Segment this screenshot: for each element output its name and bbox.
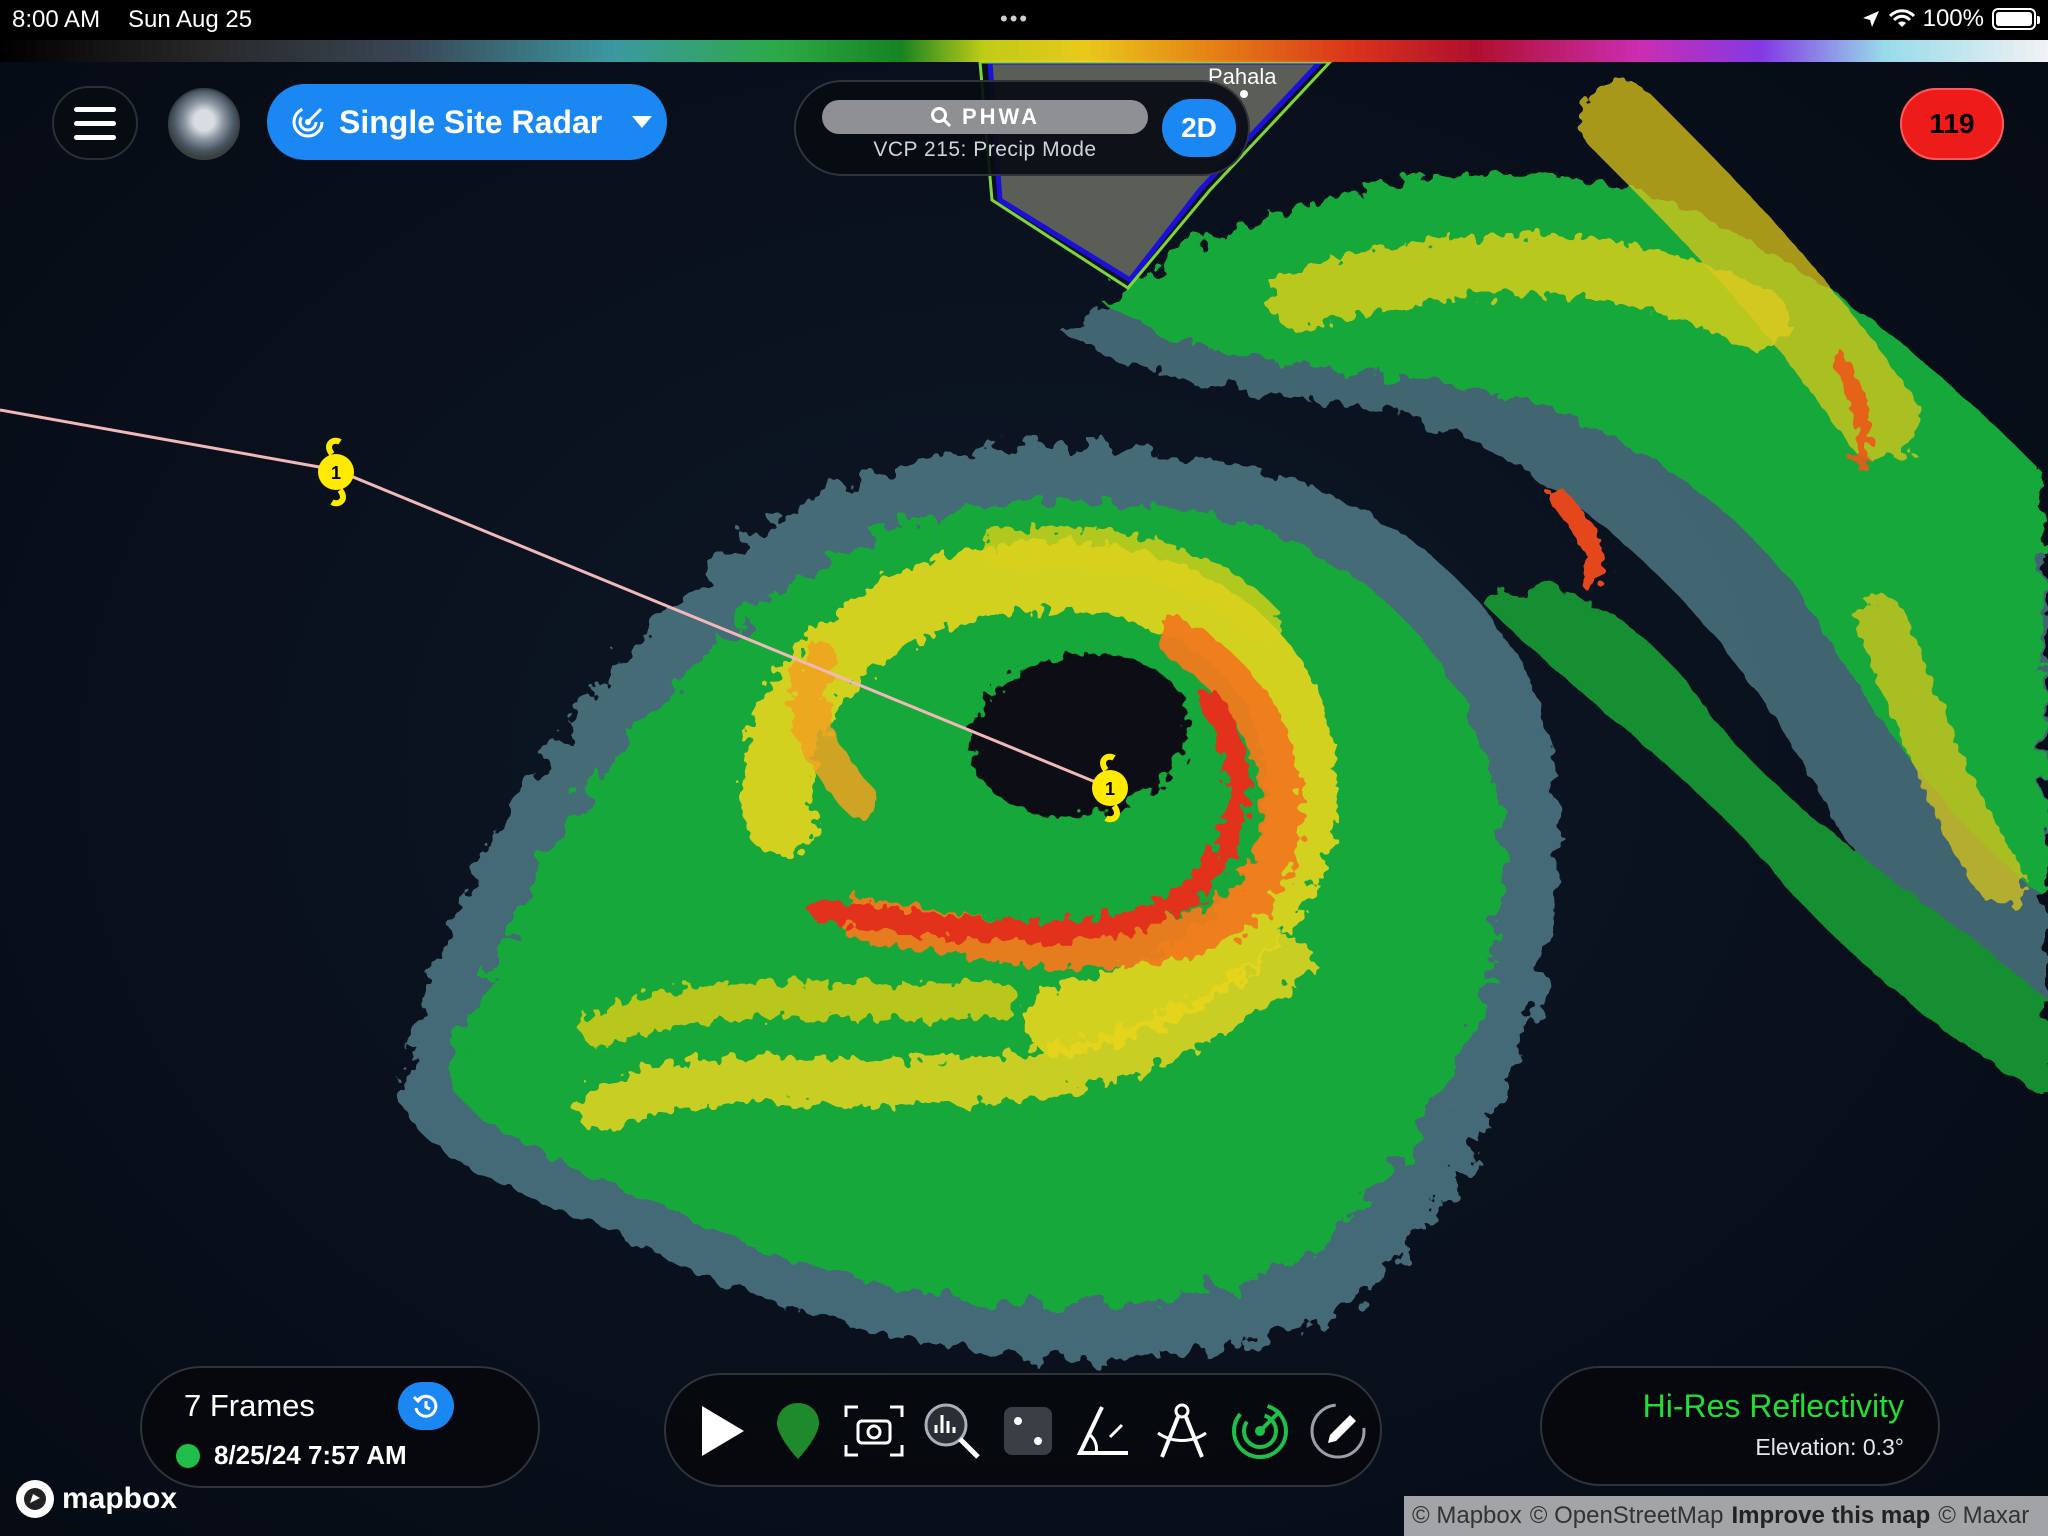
random-location-button[interactable] [996,1399,1060,1463]
mapbox-logo[interactable]: mapbox [16,1480,177,1518]
frame-timestamp: 8/25/24 7:57 AM [214,1440,407,1470]
search-icon [931,107,952,128]
map-attribution: © Mapbox © OpenStreetMap Improve this ma… [1404,1496,2048,1536]
status-time: 8:00 AM [12,6,101,33]
radar-icon [292,106,324,138]
battery-icon [1992,8,2040,30]
location-arrow-icon [1862,11,1879,27]
multitasking-dots[interactable]: ••• [1000,6,1029,32]
camera-icon [844,1405,904,1457]
radar-site-selector: PHWA VCP 215: Precip Mode 2D [794,80,1250,176]
radar-sweep-icon [1232,1403,1288,1459]
elevation-angle: Elevation: 0.3° [1755,1434,1904,1460]
mapbox-logo-icon [16,1480,54,1518]
radar-site-search[interactable]: PHWA [822,100,1148,134]
status-date: Sun Aug 25 [128,6,253,33]
play-button[interactable] [690,1399,754,1463]
measure-angle-icon [1076,1406,1128,1455]
mapbox-wordmark: mapbox [62,1482,178,1515]
status-bar: 8:00 AM Sun Aug 25 ••• 100% [0,0,2048,40]
avatar[interactable] [168,88,240,160]
battery-percent: 100% [1922,5,1984,32]
product-name: Hi-Res Reflectivity [1642,1388,1904,1424]
radar-sweep-button[interactable] [1228,1399,1292,1463]
storm-category-label: 1 [1105,779,1115,799]
radar-product-selector[interactable]: Hi-Res Reflectivity Elevation: 0.3° [1540,1366,1940,1486]
attribution-mapbox[interactable]: © Mapbox [1412,1502,1522,1530]
live-status-dot [176,1444,200,1468]
screenshot-button[interactable] [842,1399,906,1463]
alerts-count-badge[interactable]: 119 [1900,88,2004,160]
frames-panel: 7 Frames 8/25/24 7:57 AM [140,1366,540,1488]
status-icons: 100% [1861,5,2040,33]
measure-angle-button[interactable] [1072,1399,1136,1463]
history-icon [412,1394,438,1418]
view-toggle-2d-button[interactable]: 2D [1162,99,1236,157]
pencil-icon [1310,1403,1366,1459]
attribution-maxar[interactable]: © Maxar [1938,1502,2029,1530]
draw-button[interactable] [1306,1399,1370,1463]
radar-site-id: PHWA [962,104,1040,129]
radar-mode-label: Single Site Radar [339,103,603,140]
compass-icon [1157,1403,1207,1458]
wifi-icon [1888,9,1915,27]
radar-mode-button[interactable]: Single Site Radar [267,84,667,160]
location-pin-button[interactable] [766,1399,830,1463]
radar-map[interactable]: Pahala 1 1 [0,0,2048,1536]
history-button[interactable] [398,1382,454,1430]
reflectivity-color-scale [0,40,2048,62]
inspect-icon [924,1403,980,1459]
dice-icon [1004,1407,1052,1455]
frames-count[interactable]: 7 Frames [184,1388,315,1424]
compass-button[interactable] [1150,1399,1214,1463]
attribution-osm[interactable]: © OpenStreetMap [1530,1502,1724,1530]
play-icon [702,1406,744,1456]
chevron-down-icon [632,116,653,128]
map-toolbar [664,1373,1382,1487]
location-pin-icon [777,1403,819,1459]
improve-map-link[interactable]: Improve this map [1732,1502,1931,1530]
storm-category-label: 1 [331,463,341,483]
vcp-mode-text: VCP 215: Precip Mode [873,138,1097,161]
place-dot [1240,90,1248,98]
hamburger-menu-icon[interactable] [52,86,138,160]
inspect-button[interactable] [920,1399,984,1463]
